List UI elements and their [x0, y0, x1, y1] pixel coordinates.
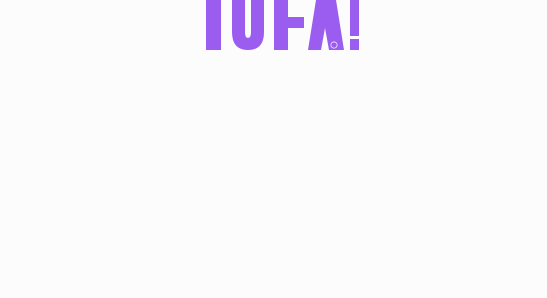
app-page: [0, 0, 547, 298]
brand-logo[interactable]: [200, 0, 360, 52]
brand-logo-mark: [206, 0, 359, 50]
